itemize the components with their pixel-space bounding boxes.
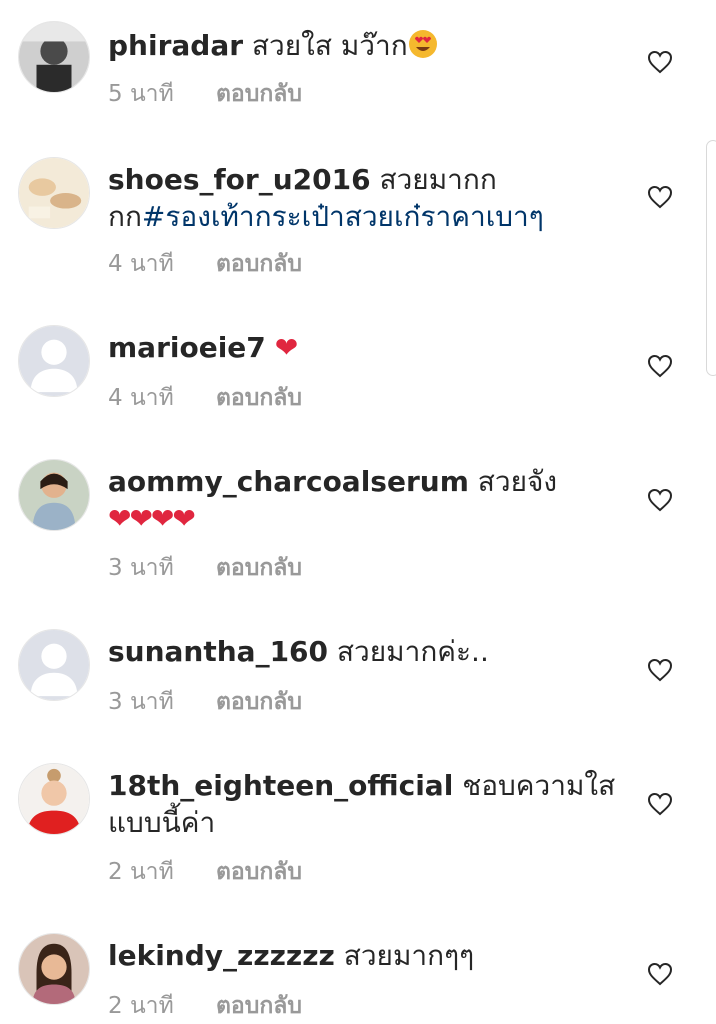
heart-outline-icon[interactable] bbox=[647, 792, 673, 816]
username-link[interactable]: sunantha_160 bbox=[108, 635, 328, 668]
comment-text: shoes_for_u2016 สวยมากกกก#รองเท้ากระเป๋า… bbox=[108, 161, 628, 235]
comment-text: aommy_charcoalserum สวยจัง ❤❤❤❤ bbox=[108, 463, 628, 537]
timestamp: 2 นาที bbox=[108, 859, 174, 885]
timestamp: 3 นาที bbox=[108, 689, 174, 715]
reply-button[interactable]: ตอบกลับ bbox=[216, 859, 302, 885]
comment-meta: 5 นาที ตอบกลับ bbox=[108, 76, 302, 112]
reply-button[interactable]: ตอบกลับ bbox=[216, 993, 302, 1019]
reply-button[interactable]: ตอบกลับ bbox=[216, 689, 302, 715]
heart-outline-icon[interactable] bbox=[647, 50, 673, 74]
comment-text: 18th_eighteen_official ชอบความใสแบบนี้ค่… bbox=[108, 767, 628, 841]
reply-button[interactable]: ตอบกลับ bbox=[216, 251, 302, 277]
heart-outline-icon[interactable] bbox=[647, 658, 673, 682]
comment-text: sunantha_160 สวยมากค่ะ.. bbox=[108, 633, 628, 670]
comment-meta: 2 นาที ตอบกลับ bbox=[108, 854, 302, 890]
comment-body: สวยมากๆๆ bbox=[334, 939, 475, 972]
username-link[interactable]: marioeie7 bbox=[108, 331, 266, 364]
avatar[interactable] bbox=[18, 933, 90, 1005]
comment-body: สวยมากค่ะ.. bbox=[328, 635, 489, 668]
comment-meta: 3 นาที ตอบกลับ bbox=[108, 550, 302, 586]
comment-text: phiradar สวยใส มว๊าก bbox=[108, 27, 628, 68]
username-link[interactable]: lekindy_zzzzzz bbox=[108, 939, 335, 972]
reply-button[interactable]: ตอบกลับ bbox=[216, 385, 302, 411]
reply-button[interactable]: ตอบกลับ bbox=[216, 555, 302, 581]
red-heart-emoji: ❤❤❤❤ bbox=[108, 502, 196, 535]
comment-body bbox=[266, 331, 275, 364]
comment-body: สวยใส มว๊าก bbox=[243, 29, 408, 62]
timestamp: 5 นาที bbox=[108, 81, 174, 107]
username-link[interactable]: 18th_eighteen_official bbox=[108, 769, 453, 802]
comment-text: lekindy_zzzzzz สวยมากๆๆ bbox=[108, 937, 628, 974]
red-heart-emoji: ❤ bbox=[274, 331, 299, 364]
comment-meta: 3 นาที ตอบกลับ bbox=[108, 684, 302, 720]
comment-text: marioeie7 ❤ bbox=[108, 329, 628, 366]
avatar[interactable] bbox=[18, 763, 90, 835]
heart-outline-icon[interactable] bbox=[647, 185, 673, 209]
heart-outline-icon[interactable] bbox=[647, 488, 673, 512]
timestamp: 2 นาที bbox=[108, 993, 174, 1019]
comment-meta: 4 นาที ตอบกลับ bbox=[108, 380, 302, 416]
timestamp: 4 นาที bbox=[108, 385, 174, 411]
heart-outline-icon[interactable] bbox=[647, 962, 673, 986]
avatar[interactable] bbox=[18, 629, 90, 701]
hashtag-link[interactable]: #รองเท้ากระเป๋าสวยเก๋ราคาเบาๆ bbox=[142, 200, 544, 233]
avatar[interactable] bbox=[18, 325, 90, 397]
comment-meta: 2 นาที ตอบกลับ bbox=[108, 988, 302, 1024]
scrollbar[interactable] bbox=[706, 140, 716, 376]
comment-body: สวยจัง bbox=[468, 465, 558, 498]
avatar[interactable] bbox=[18, 21, 90, 93]
timestamp: 3 นาที bbox=[108, 555, 174, 581]
comment-meta: 4 นาที ตอบกลับ bbox=[108, 246, 302, 282]
heart-eyes-emoji-icon bbox=[408, 29, 438, 68]
timestamp: 4 นาที bbox=[108, 251, 174, 277]
username-link[interactable]: shoes_for_u2016 bbox=[108, 163, 371, 196]
reply-button[interactable]: ตอบกลับ bbox=[216, 81, 302, 107]
avatar[interactable] bbox=[18, 459, 90, 531]
username-link[interactable]: phiradar bbox=[108, 29, 243, 62]
avatar[interactable] bbox=[18, 157, 90, 229]
username-link[interactable]: aommy_charcoalserum bbox=[108, 465, 469, 498]
heart-outline-icon[interactable] bbox=[647, 354, 673, 378]
